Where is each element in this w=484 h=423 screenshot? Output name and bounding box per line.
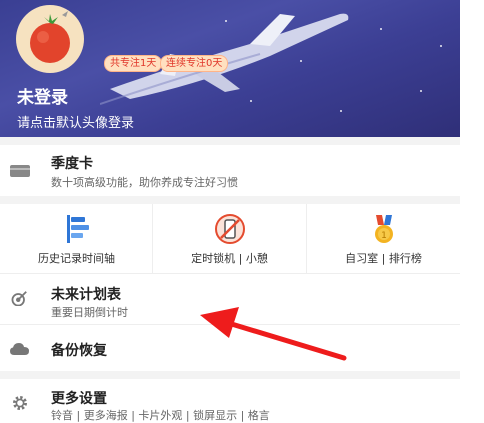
feature-label: 自习室 | 排行榜 (345, 252, 422, 265)
tomato-icon (30, 11, 70, 63)
backup-row[interactable]: 备份恢复 (0, 325, 460, 371)
medal-icon: 1 (375, 215, 393, 243)
section-divider (0, 196, 460, 204)
feature-study-room[interactable]: 1 自习室 | 排行榜 (307, 204, 460, 273)
star-decoration (420, 90, 422, 92)
star-decoration (380, 28, 382, 30)
target-icon (11, 291, 27, 306)
total-focus-badge: 共专注1天 (104, 55, 163, 72)
feature-grid: 历史记录时间轴 定时锁机 | 小憩 1 自习室 | 排行榜 (0, 204, 460, 273)
timeline-icon (67, 215, 89, 243)
streak-focus-badge: 连续专注0天 (160, 55, 229, 72)
future-plan-subtitle: 重要日期倒计时 (51, 306, 128, 319)
settings-subtitle: 铃音 | 更多海报 | 卡片外观 | 锁屏显示 | 格言 (51, 409, 270, 422)
feature-phone-lock[interactable]: 定时锁机 | 小憩 (153, 204, 306, 273)
svg-text:1: 1 (381, 231, 387, 241)
avatar[interactable] (16, 5, 84, 73)
phone-lock-icon (215, 214, 245, 244)
star-decoration (440, 45, 442, 47)
season-card-row[interactable]: 季度卡 数十项高级功能，助你养成专注好习惯 (0, 145, 460, 196)
card-icon (10, 165, 30, 177)
section-divider (0, 137, 460, 145)
gear-icon (13, 396, 27, 410)
feature-timeline[interactable]: 历史记录时间轴 (0, 204, 153, 273)
feature-label: 定时锁机 | 小憩 (191, 252, 268, 265)
cloud-icon (10, 343, 29, 355)
login-hint[interactable]: 请点击默认头像登录 (17, 112, 134, 131)
season-card-subtitle: 数十项高级功能，助你养成专注好习惯 (51, 176, 238, 189)
feature-label: 历史记录时间轴 (38, 252, 115, 265)
profile-header: 共专注1天 连续专注0天 未登录 请点击默认头像登录 (0, 0, 460, 137)
future-plan-row[interactable]: 未来计划表 重要日期倒计时 (0, 274, 460, 324)
season-card-title: 季度卡 (51, 156, 93, 172)
backup-title: 备份恢复 (51, 343, 107, 359)
settings-title: 更多设置 (51, 391, 107, 407)
section-divider (0, 371, 460, 379)
username: 未登录 (17, 88, 68, 108)
settings-row[interactable]: 更多设置 铃音 | 更多海报 | 卡片外观 | 锁屏显示 | 格言 (0, 379, 460, 422)
future-plan-title: 未来计划表 (51, 287, 121, 303)
